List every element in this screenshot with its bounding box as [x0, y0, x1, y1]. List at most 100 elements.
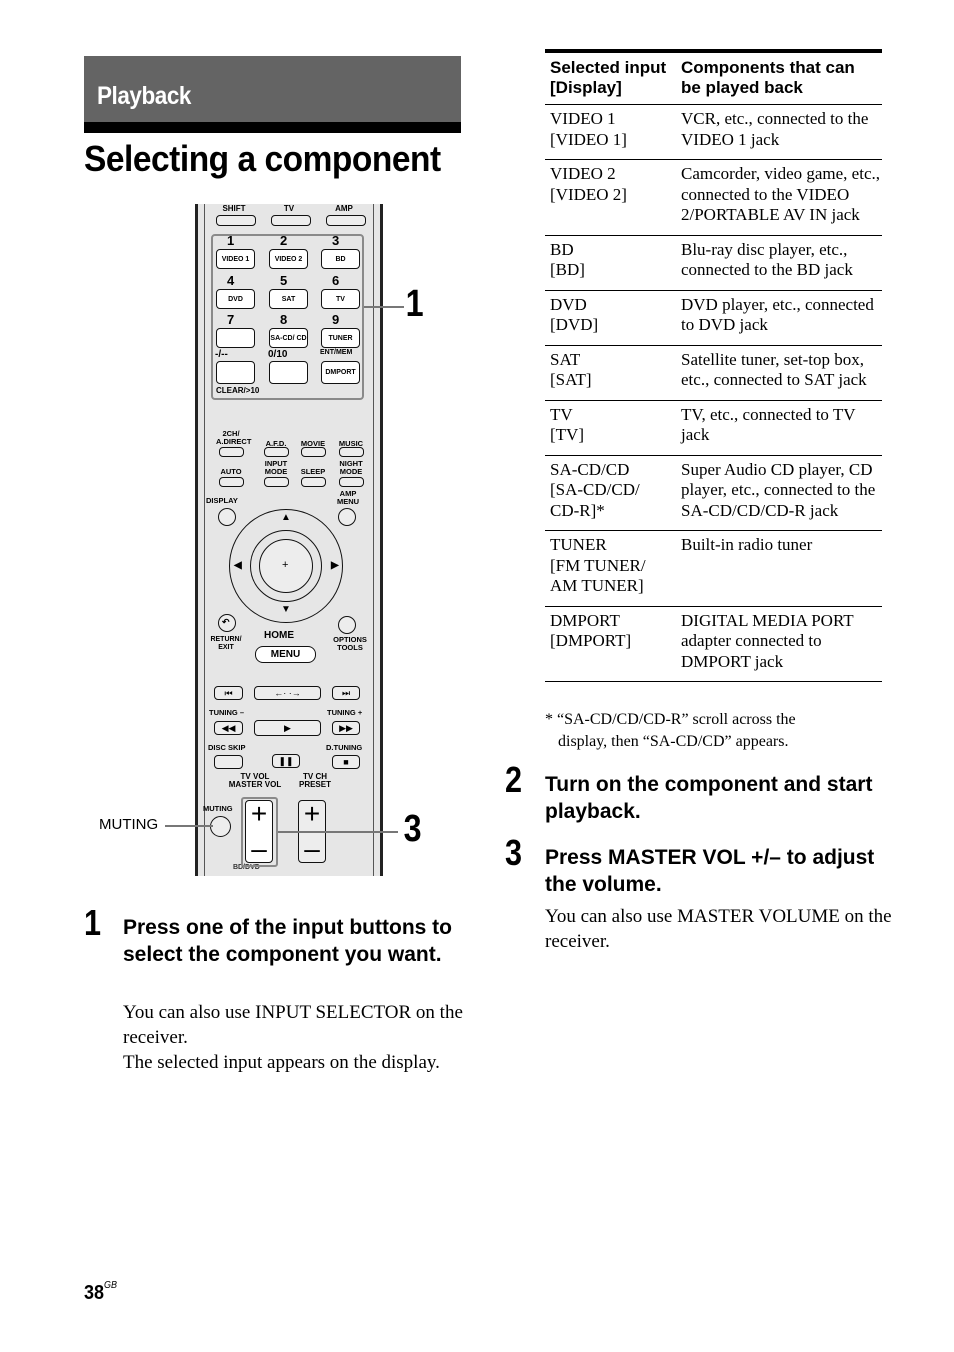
master-vol-highlight: [241, 797, 278, 867]
dpad-up-icon: ▲: [281, 512, 291, 523]
footnote-line: * “SA-CD/CD/CD-R” scroll across the: [545, 711, 796, 728]
ch-minus-icon: –: [304, 833, 320, 864]
footnote-line: display, then “SA-CD/CD” appears.: [558, 733, 789, 750]
cell-components: TV, etc., connected to TV jack: [676, 400, 882, 456]
tuning-minus-label: TUNING –: [209, 708, 245, 717]
input-components-table: Selected input [Display] Components that…: [545, 49, 882, 682]
step-2-number: 2: [505, 759, 523, 800]
dpad-left-icon: ◀: [234, 560, 242, 571]
table-row: TUNER [FM TUNER/ AM TUNER] Built-in radio…: [545, 530, 882, 607]
table-row: DMPORT [DMPORT] DIGITAL MEDIA PORT adapte…: [545, 606, 882, 682]
header-components: Components that can be played back: [676, 51, 882, 105]
table-row: SA-CD/CD [SA-CD/CD/ CD-R]* Super Audio CD…: [545, 455, 882, 531]
section-divider: [84, 122, 461, 133]
tuning-plus-label: TUNING +: [327, 708, 363, 717]
top-button-amp[interactable]: [326, 215, 366, 226]
section-label: Playback: [97, 82, 191, 110]
tv-ch-label: TV CH PRESET: [298, 772, 331, 789]
input-buttons-highlight: [211, 234, 364, 400]
return-icon: ↶: [222, 617, 230, 627]
cell-selected-input: DMPORT [DMPORT]: [545, 606, 676, 682]
cell-selected-input: TUNER [FM TUNER/ AM TUNER]: [545, 530, 676, 607]
header-selected-input: Selected input [Display]: [545, 51, 676, 105]
callout-number-1: 1: [405, 283, 424, 325]
table-row: VIDEO 1 [VIDEO 1] VCR, etc., connected to…: [545, 104, 882, 160]
replay-advance-button[interactable]: ←· ·→: [254, 686, 321, 700]
cell-components: VCR, etc., connected to the VIDEO 1 jack: [676, 104, 882, 160]
enter-crosshair-icon: +: [282, 559, 289, 571]
table-row: TV [TV] TV, etc., connected to TV jack: [545, 400, 882, 456]
mode-button[interactable]: [264, 447, 289, 457]
callout-line-1: [364, 306, 404, 308]
step-3-heading: Press MASTER VOL +/– to adjust the volum…: [545, 846, 875, 896]
cell-components: DVD player, etc., connected to DVD jack: [676, 290, 882, 346]
top-button-label: AMP: [335, 204, 353, 213]
mode-button[interactable]: [219, 477, 244, 487]
page-number-value: 38: [84, 1282, 105, 1304]
amp-menu-button[interactable]: [338, 508, 356, 526]
table-footnote: * “SA-CD/CD/CD-R” scroll across the disp…: [545, 709, 885, 753]
cell-components: Satellite tuner, set-top box, etc., conn…: [676, 345, 882, 401]
stop-button[interactable]: ■: [332, 755, 360, 769]
rewind-button[interactable]: ◀◀: [214, 721, 243, 735]
table-row: VIDEO 2 [VIDEO 2] Camcorder, video game, …: [545, 159, 882, 236]
return-label: RETURN/ EXIT: [210, 636, 242, 651]
callout-number-3: 3: [403, 808, 422, 850]
top-button-label: TV: [283, 204, 295, 213]
cell-selected-input: VIDEO 2 [VIDEO 2]: [545, 159, 676, 236]
options-button[interactable]: [338, 616, 356, 634]
mode-button-label: SLEEP: [300, 467, 326, 476]
table-row: DVD [DVD] DVD player, etc., connected to …: [545, 290, 882, 346]
step-1-body-line: You can also use INPUT SELECTOR on the r…: [123, 1002, 463, 1048]
step-3-number: 3: [505, 832, 523, 873]
callout-line-3: [278, 831, 398, 833]
mode-button[interactable]: [339, 477, 364, 487]
home-label: HOME: [264, 630, 294, 641]
disc-skip-button[interactable]: [214, 755, 243, 769]
cell-components: Camcorder, video game, etc., connected t…: [676, 159, 882, 236]
cell-selected-input: SA-CD/CD [SA-CD/CD/ CD-R]*: [545, 455, 676, 531]
mode-button-label: INPUT MODE: [264, 459, 288, 476]
d-tuning-label: D.TUNING: [326, 743, 363, 752]
cell-selected-input: BD [BD]: [545, 235, 676, 291]
next-track-button[interactable]: ⏭: [332, 686, 360, 700]
mode-button[interactable]: [301, 477, 326, 487]
menu-button[interactable]: MENU: [255, 646, 316, 663]
mode-button[interactable]: [264, 477, 289, 487]
play-button[interactable]: ▶: [254, 720, 321, 736]
step-1-heading: Press one of the input buttons to select…: [123, 916, 452, 966]
mode-button-label: NIGHT MODE: [339, 459, 363, 476]
cell-components: Super Audio CD player, CD player, etc., …: [676, 455, 882, 531]
mode-button[interactable]: [339, 447, 364, 457]
top-button-shift[interactable]: [216, 215, 256, 226]
step-1-number: 1: [84, 902, 102, 943]
muting-callout-label: MUTING: [99, 816, 159, 833]
prev-track-button[interactable]: ⏮: [214, 686, 243, 700]
page-number: 38GB: [84, 1280, 118, 1305]
step-1-body: You can also use INPUT SELECTOR on the r…: [123, 1000, 473, 1075]
cell-selected-input: VIDEO 1 [VIDEO 1]: [545, 104, 676, 160]
table-row: BD [BD] Blu-ray disc player, etc., connec…: [545, 235, 882, 291]
disc-skip-label: DISC SKIP: [208, 743, 246, 752]
display-button[interactable]: [218, 508, 236, 526]
table-header-row: Selected input [Display] Components that…: [545, 51, 882, 105]
step-3-body: You can also use MASTER VOLUME on the re…: [545, 906, 892, 952]
options-label: OPTIONS TOOLS: [333, 635, 367, 652]
region-code: GB: [104, 1280, 118, 1291]
ch-plus-icon: +: [303, 798, 321, 829]
dpad-down-icon: ▼: [281, 604, 291, 615]
mode-button[interactable]: [219, 447, 244, 457]
muting-label: MUTING: [203, 804, 233, 813]
fast-forward-button[interactable]: ▶▶: [332, 721, 360, 735]
cell-components: DIGITAL MEDIA PORT adapter connected to …: [676, 606, 882, 682]
cell-selected-input: TV [TV]: [545, 400, 676, 456]
muting-button[interactable]: [210, 816, 231, 837]
cell-selected-input: DVD [DVD]: [545, 290, 676, 346]
top-button-tv[interactable]: [271, 215, 311, 226]
cell-components: Blu-ray disc player, etc., connected to …: [676, 235, 882, 291]
pause-button[interactable]: ❚❚: [272, 754, 300, 768]
mode-button[interactable]: [301, 447, 326, 457]
step-2-heading: Turn on the component and start playback…: [545, 773, 873, 823]
display-label: DISPLAY: [206, 496, 238, 505]
cell-components: Built-in radio tuner: [676, 530, 882, 607]
